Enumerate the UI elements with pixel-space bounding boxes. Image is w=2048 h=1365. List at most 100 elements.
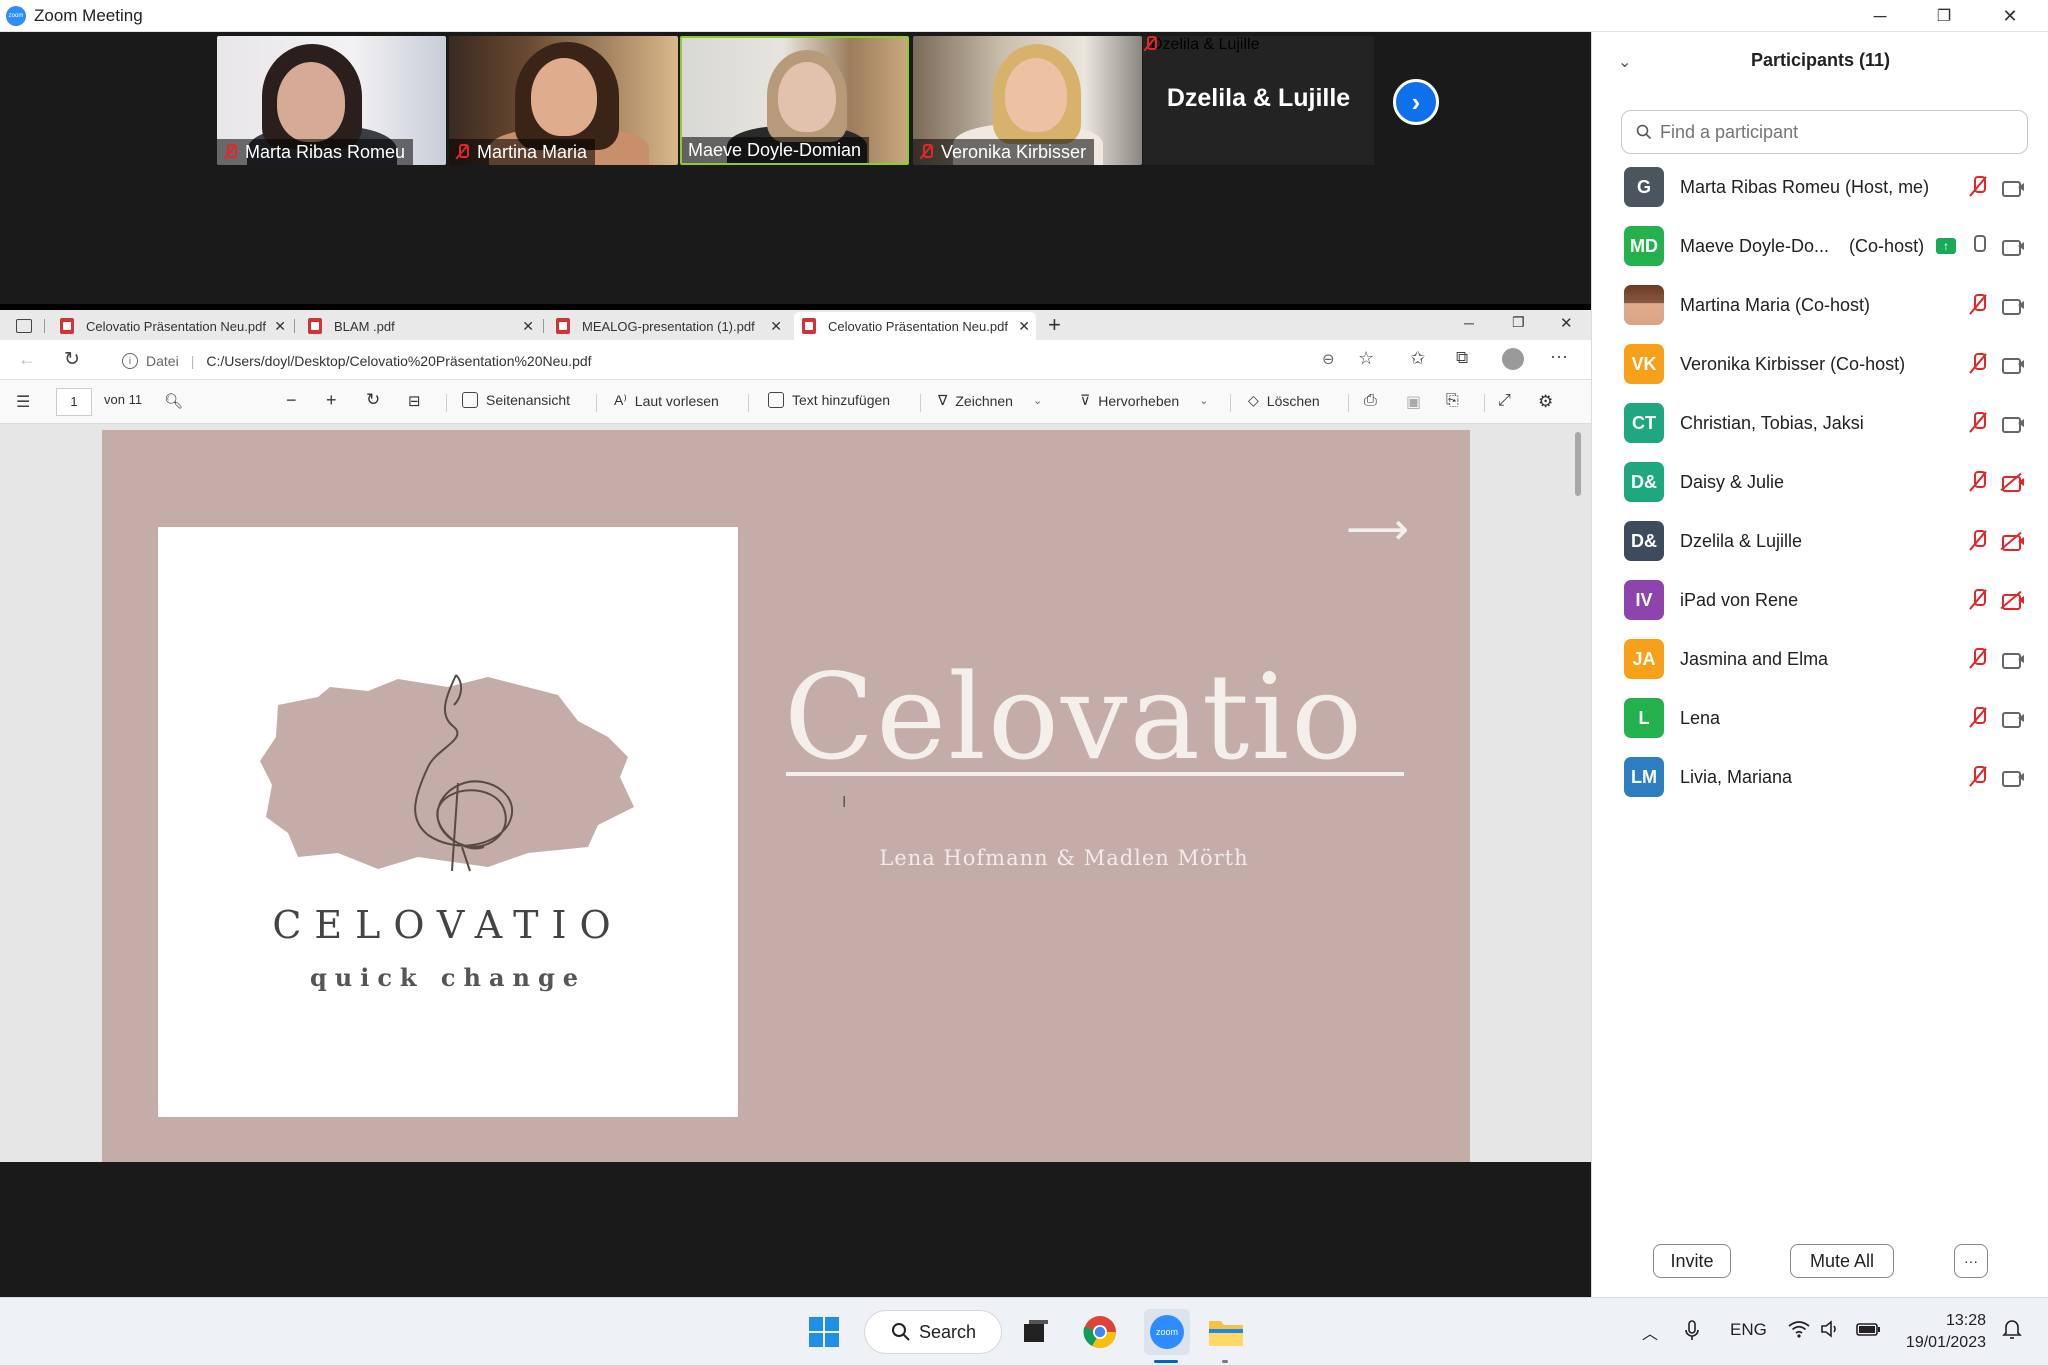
settings-gear-icon[interactable]: ⚙: [1538, 392, 1553, 412]
participant-search[interactable]: [1621, 110, 2028, 154]
muted-mic-icon[interactable]: [1968, 294, 1988, 316]
save-as-icon[interactable]: ⎘: [1446, 392, 1459, 410]
battery-icon[interactable]: [1856, 1320, 1882, 1343]
favorites-icon[interactable]: ✩: [1410, 348, 1425, 369]
participant-row[interactable]: LM Livia, Mariana: [1592, 748, 2048, 806]
video-tile-name: Martina Maria: [477, 141, 588, 162]
tab-celovatio-active[interactable]: Celovatio Präsentation Neu.pdf ✕: [794, 312, 1036, 340]
print-icon[interactable]: ⎙: [1364, 392, 1377, 410]
erase-button[interactable]: ◇ Löschen: [1248, 392, 1320, 409]
video-tile-veronika[interactable]: Veronika Kirbisser: [913, 36, 1142, 165]
tab-close-icon[interactable]: ✕: [522, 318, 534, 335]
muted-mic-icon[interactable]: [1968, 353, 1988, 375]
muted-mic-icon[interactable]: [1968, 471, 1988, 493]
profile-avatar-icon[interactable]: [1502, 348, 1524, 370]
chrome-icon[interactable]: [1080, 1312, 1120, 1352]
url-field[interactable]: i Datei | C:/Users/doyl/Desktop/Celovati…: [112, 348, 1320, 374]
browser-restore-button[interactable]: ❐: [1512, 314, 1525, 331]
notification-bell-icon[interactable]: [2002, 1318, 2022, 1345]
camera-icon: [2002, 179, 2026, 197]
more-options-button[interactable]: ···: [1954, 1244, 1988, 1278]
video-tile-dzelila-video-off[interactable]: Dzelila & Lujille Dzelila & Lujille: [1143, 36, 1374, 165]
table-of-contents-icon[interactable]: ☰: [16, 392, 30, 412]
page-number-input[interactable]: 1: [56, 388, 92, 416]
fit-page-icon[interactable]: ⊟: [408, 392, 421, 410]
task-view-icon[interactable]: [1016, 1312, 1056, 1352]
participant-row[interactable]: JA Jasmina and Elma: [1592, 630, 2048, 688]
more-menu-icon[interactable]: ···: [1550, 346, 1568, 367]
participant-row[interactable]: G Marta Ribas Romeu (Host, me): [1592, 158, 2048, 216]
zoom-out-icon[interactable]: ⊖: [1322, 350, 1335, 368]
participant-row[interactable]: D& Daisy & Julie: [1592, 453, 2048, 511]
chevron-down-icon[interactable]: ⌄: [1033, 394, 1042, 407]
muted-mic-icon[interactable]: [1968, 412, 1988, 434]
show-hidden-icons-chevron[interactable]: ︿: [1642, 1320, 1658, 1344]
volume-icon[interactable]: [1820, 1320, 1842, 1343]
muted-mic-icon[interactable]: [1968, 589, 1988, 611]
new-tab-button[interactable]: +: [1048, 312, 1061, 338]
wifi-icon[interactable]: [1788, 1320, 1810, 1343]
participant-row[interactable]: VK Veronika Kirbisser (Co-host): [1592, 335, 2048, 393]
tab-close-icon[interactable]: ✕: [770, 318, 782, 335]
back-arrow-icon[interactable]: ←: [18, 349, 36, 370]
find-icon[interactable]: 🔍︎: [164, 392, 183, 410]
microphone-icon[interactable]: [1684, 1320, 1700, 1347]
mic-icon[interactable]: [1968, 235, 1988, 257]
read-aloud-button[interactable]: A⁾ Laut vorlesen: [614, 392, 719, 409]
participant-row[interactable]: MD Maeve Doyle-Do... (Co-host) ↑: [1592, 217, 2048, 275]
minimize-button[interactable]: ─: [1848, 0, 1912, 32]
next-page-arrow-button[interactable]: ›: [1393, 79, 1439, 125]
tab-mealog[interactable]: MEALOG-presentation (1).pdf ✕: [548, 312, 788, 340]
tab-blam[interactable]: BLAM .pdf ✕: [300, 312, 540, 340]
tab-label: MEALOG-presentation (1).pdf: [582, 318, 755, 334]
browser-minimize-button[interactable]: ─: [1464, 315, 1474, 331]
participant-row[interactable]: L Lena: [1592, 689, 2048, 747]
fullscreen-icon[interactable]: ⤢: [1498, 392, 1511, 410]
zoom-in-button[interactable]: +: [326, 390, 337, 411]
tab-close-icon[interactable]: ✕: [274, 318, 286, 335]
muted-mic-icon[interactable]: [1968, 648, 1988, 670]
participant-row[interactable]: CT Christian, Tobias, Jaksi: [1592, 394, 2048, 452]
muted-mic-icon[interactable]: [1968, 530, 1988, 552]
participant-row[interactable]: Martina Maria (Co-host): [1592, 276, 2048, 334]
zoom-out-button[interactable]: −: [286, 390, 297, 411]
draw-button[interactable]: ∇ Zeichnen ⌄: [938, 392, 1042, 409]
file-explorer-icon[interactable]: [1206, 1312, 1246, 1352]
browser-close-button[interactable]: ✕: [1560, 314, 1573, 332]
restore-button[interactable]: ❐: [1912, 0, 1976, 32]
rotate-icon[interactable]: ↻: [366, 390, 380, 410]
muted-mic-icon[interactable]: [1968, 707, 1988, 729]
video-tile-maeve-active-speaker[interactable]: Maeve Doyle-Domian: [680, 36, 909, 165]
page-view-button[interactable]: Seitenansicht: [462, 392, 570, 408]
participant-search-input[interactable]: [1660, 121, 2020, 143]
logo-card: CELOVATIO quick change: [158, 527, 738, 1117]
muted-mic-icon[interactable]: [1968, 766, 1988, 788]
pdf-scrollbar[interactable]: [1573, 426, 1583, 1162]
refresh-icon[interactable]: ↻: [64, 348, 80, 371]
add-text-button[interactable]: Text hinzufügen: [768, 392, 890, 408]
mute-all-button[interactable]: Mute All: [1790, 1244, 1894, 1278]
invite-button[interactable]: Invite: [1653, 1244, 1731, 1278]
tab-celovatio-1[interactable]: Celovatio Präsentation Neu.pdf ✕: [52, 312, 292, 340]
scrollbar-thumb[interactable]: [1575, 432, 1581, 496]
favorite-star-icon[interactable]: ☆: [1358, 348, 1374, 369]
close-button[interactable]: ✕: [1978, 0, 2042, 32]
participant-row[interactable]: D& Dzelila & Lujille: [1592, 512, 2048, 570]
system-clock[interactable]: 13:28 19/01/2023: [1896, 1310, 1986, 1354]
muted-mic-icon[interactable]: [1968, 176, 1988, 198]
tab-actions-icon[interactable]: [16, 319, 32, 333]
slide-title: Celovatio: [784, 648, 1365, 786]
save-icon[interactable]: ▣: [1406, 392, 1421, 412]
language-indicator[interactable]: ENG: [1730, 1320, 1767, 1340]
camera-icon: [2002, 651, 2026, 669]
participant-row[interactable]: IV iPad von Rene: [1592, 571, 2048, 629]
video-tile-marta[interactable]: Marta Ribas Romeu: [217, 36, 446, 165]
taskbar-search[interactable]: Search: [864, 1310, 1002, 1354]
zoom-app-icon[interactable]: zoom: [1144, 1309, 1190, 1355]
highlight-button[interactable]: ⊽ Hervorheben ⌄: [1080, 392, 1208, 409]
video-tile-martina[interactable]: Martina Maria: [449, 36, 678, 165]
tab-close-icon[interactable]: ✕: [1018, 318, 1030, 335]
chevron-down-icon[interactable]: ⌄: [1199, 394, 1208, 407]
collections-icon[interactable]: ⧉: [1456, 348, 1468, 368]
windows-start-icon[interactable]: [804, 1312, 844, 1352]
